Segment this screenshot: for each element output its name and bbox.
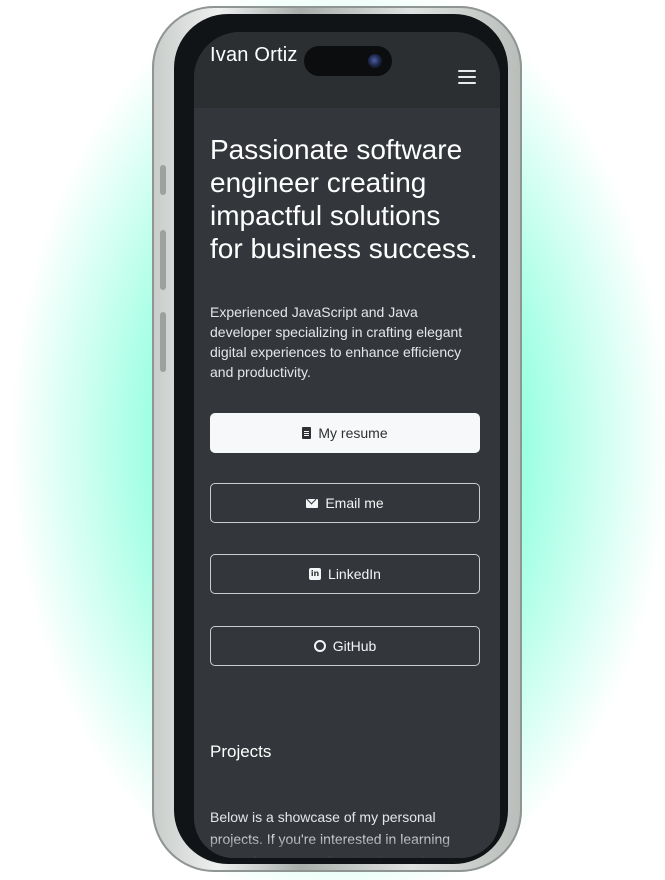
front-camera-icon bbox=[368, 54, 382, 68]
linkedin-icon: in bbox=[309, 568, 322, 580]
phone-silent-switch bbox=[160, 165, 166, 195]
brand-title[interactable]: Ivan Ortiz bbox=[210, 44, 298, 67]
linkedin-button[interactable]: in LinkedIn bbox=[210, 554, 480, 594]
hero-title: Passionate software engineer creating im… bbox=[210, 133, 478, 264]
github-button[interactable]: GitHub bbox=[210, 626, 480, 666]
resume-button-label: My resume bbox=[318, 425, 388, 441]
document-icon bbox=[302, 427, 312, 439]
email-button[interactable]: Email me bbox=[210, 483, 480, 523]
phone-volume-up bbox=[160, 230, 166, 290]
phone-volume-down bbox=[160, 312, 166, 372]
projects-heading: Projects bbox=[210, 742, 272, 761]
email-button-label: Email me bbox=[325, 495, 384, 511]
linkedin-button-label: LinkedIn bbox=[328, 566, 381, 582]
resume-button[interactable]: My resume bbox=[210, 413, 480, 453]
screen-bottom-fade bbox=[194, 834, 500, 858]
hero-lead: Experienced JavaScript and Java develope… bbox=[210, 304, 463, 380]
github-button-label: GitHub bbox=[332, 638, 377, 654]
navbar: Ivan Ortiz bbox=[194, 32, 500, 108]
hamburger-menu-icon[interactable] bbox=[458, 70, 476, 84]
github-icon bbox=[313, 640, 326, 652]
envelope-icon bbox=[306, 498, 319, 508]
phone-screen: Ivan Ortiz Passionate software engineer … bbox=[194, 32, 500, 858]
dynamic-island bbox=[304, 46, 392, 76]
